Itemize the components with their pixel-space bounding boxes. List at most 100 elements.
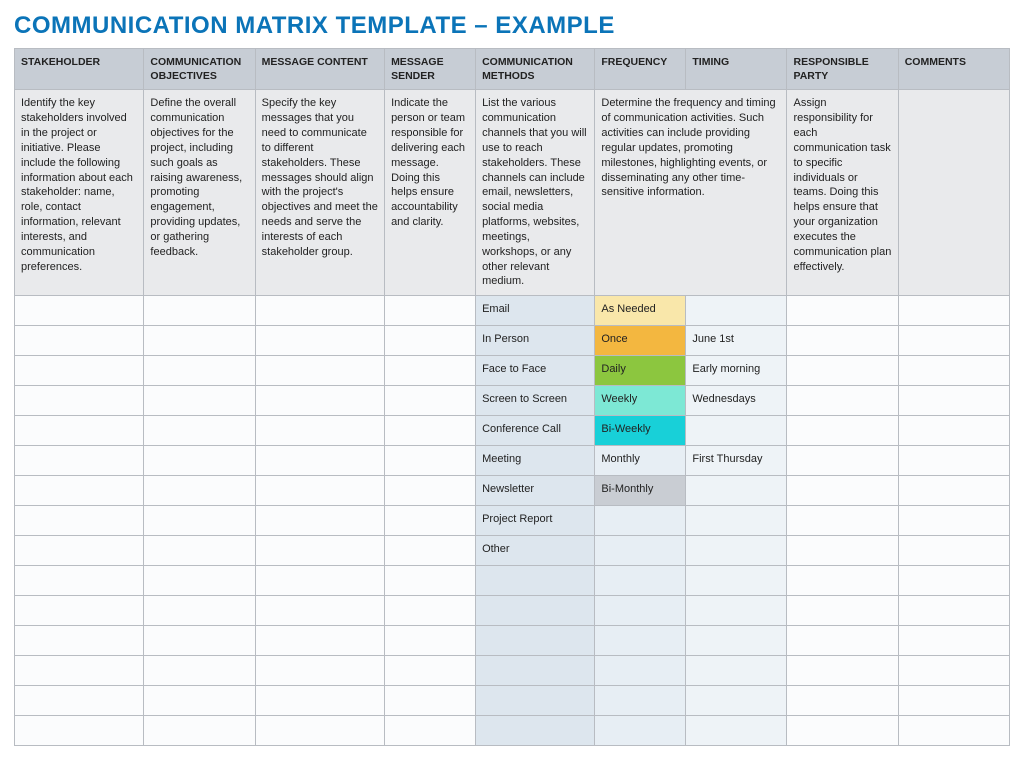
cell-stakeholder[interactable]: [15, 296, 144, 326]
cell-sender[interactable]: [385, 506, 476, 536]
cell-objectives[interactable]: [144, 326, 255, 356]
cell-frequency[interactable]: Daily: [595, 356, 686, 386]
cell-objectives[interactable]: [144, 386, 255, 416]
cell-content[interactable]: [255, 536, 384, 566]
cell-frequency[interactable]: Bi-Weekly: [595, 416, 686, 446]
cell-content[interactable]: [255, 566, 384, 596]
cell-frequency[interactable]: [595, 716, 686, 746]
cell-timing[interactable]: [686, 566, 787, 596]
cell-responsible[interactable]: [787, 416, 898, 446]
cell-stakeholder[interactable]: [15, 446, 144, 476]
cell-content[interactable]: [255, 416, 384, 446]
cell-comments[interactable]: [898, 416, 1009, 446]
cell-methods[interactable]: Project Report: [476, 506, 595, 536]
cell-timing[interactable]: [686, 716, 787, 746]
cell-content[interactable]: [255, 686, 384, 716]
cell-stakeholder[interactable]: [15, 596, 144, 626]
cell-comments[interactable]: [898, 386, 1009, 416]
cell-timing[interactable]: [686, 596, 787, 626]
cell-methods[interactable]: Screen to Screen: [476, 386, 595, 416]
cell-stakeholder[interactable]: [15, 716, 144, 746]
cell-frequency[interactable]: Weekly: [595, 386, 686, 416]
cell-frequency[interactable]: [595, 596, 686, 626]
cell-methods[interactable]: Meeting: [476, 446, 595, 476]
cell-frequency[interactable]: Monthly: [595, 446, 686, 476]
cell-frequency[interactable]: As Needed: [595, 296, 686, 326]
cell-sender[interactable]: [385, 686, 476, 716]
cell-sender[interactable]: [385, 446, 476, 476]
cell-stakeholder[interactable]: [15, 656, 144, 686]
cell-objectives[interactable]: [144, 596, 255, 626]
cell-frequency[interactable]: [595, 656, 686, 686]
cell-methods[interactable]: Face to Face: [476, 356, 595, 386]
cell-objectives[interactable]: [144, 686, 255, 716]
cell-comments[interactable]: [898, 536, 1009, 566]
cell-timing[interactable]: Wednesdays: [686, 386, 787, 416]
cell-responsible[interactable]: [787, 446, 898, 476]
cell-methods[interactable]: In Person: [476, 326, 595, 356]
cell-content[interactable]: [255, 596, 384, 626]
cell-responsible[interactable]: [787, 716, 898, 746]
cell-responsible[interactable]: [787, 656, 898, 686]
cell-sender[interactable]: [385, 476, 476, 506]
cell-comments[interactable]: [898, 476, 1009, 506]
cell-frequency[interactable]: [595, 536, 686, 566]
cell-content[interactable]: [255, 506, 384, 536]
cell-comments[interactable]: [898, 566, 1009, 596]
cell-frequency[interactable]: Once: [595, 326, 686, 356]
cell-timing[interactable]: [686, 296, 787, 326]
cell-responsible[interactable]: [787, 326, 898, 356]
cell-sender[interactable]: [385, 326, 476, 356]
cell-responsible[interactable]: [787, 356, 898, 386]
cell-comments[interactable]: [898, 296, 1009, 326]
cell-frequency[interactable]: [595, 686, 686, 716]
cell-methods[interactable]: Newsletter: [476, 476, 595, 506]
cell-objectives[interactable]: [144, 506, 255, 536]
cell-frequency[interactable]: [595, 626, 686, 656]
cell-objectives[interactable]: [144, 536, 255, 566]
cell-sender[interactable]: [385, 656, 476, 686]
cell-sender[interactable]: [385, 716, 476, 746]
cell-comments[interactable]: [898, 446, 1009, 476]
cell-frequency[interactable]: [595, 566, 686, 596]
cell-responsible[interactable]: [787, 626, 898, 656]
cell-sender[interactable]: [385, 416, 476, 446]
cell-methods[interactable]: Conference Call: [476, 416, 595, 446]
cell-objectives[interactable]: [144, 476, 255, 506]
cell-timing[interactable]: [686, 656, 787, 686]
cell-stakeholder[interactable]: [15, 386, 144, 416]
cell-content[interactable]: [255, 656, 384, 686]
cell-responsible[interactable]: [787, 506, 898, 536]
cell-sender[interactable]: [385, 296, 476, 326]
cell-comments[interactable]: [898, 626, 1009, 656]
cell-timing[interactable]: [686, 416, 787, 446]
cell-sender[interactable]: [385, 536, 476, 566]
cell-methods[interactable]: [476, 656, 595, 686]
cell-stakeholder[interactable]: [15, 566, 144, 596]
cell-responsible[interactable]: [787, 296, 898, 326]
cell-objectives[interactable]: [144, 416, 255, 446]
cell-responsible[interactable]: [787, 536, 898, 566]
cell-stakeholder[interactable]: [15, 626, 144, 656]
cell-timing[interactable]: [686, 506, 787, 536]
cell-content[interactable]: [255, 626, 384, 656]
cell-timing[interactable]: [686, 536, 787, 566]
cell-timing[interactable]: [686, 626, 787, 656]
cell-stakeholder[interactable]: [15, 686, 144, 716]
cell-comments[interactable]: [898, 506, 1009, 536]
cell-objectives[interactable]: [144, 656, 255, 686]
cell-objectives[interactable]: [144, 566, 255, 596]
cell-stakeholder[interactable]: [15, 356, 144, 386]
cell-methods[interactable]: [476, 716, 595, 746]
cell-responsible[interactable]: [787, 386, 898, 416]
cell-responsible[interactable]: [787, 596, 898, 626]
cell-comments[interactable]: [898, 356, 1009, 386]
cell-content[interactable]: [255, 356, 384, 386]
cell-comments[interactable]: [898, 686, 1009, 716]
cell-methods[interactable]: [476, 626, 595, 656]
cell-comments[interactable]: [898, 656, 1009, 686]
cell-timing[interactable]: Early morning: [686, 356, 787, 386]
cell-stakeholder[interactable]: [15, 536, 144, 566]
cell-sender[interactable]: [385, 596, 476, 626]
cell-responsible[interactable]: [787, 566, 898, 596]
